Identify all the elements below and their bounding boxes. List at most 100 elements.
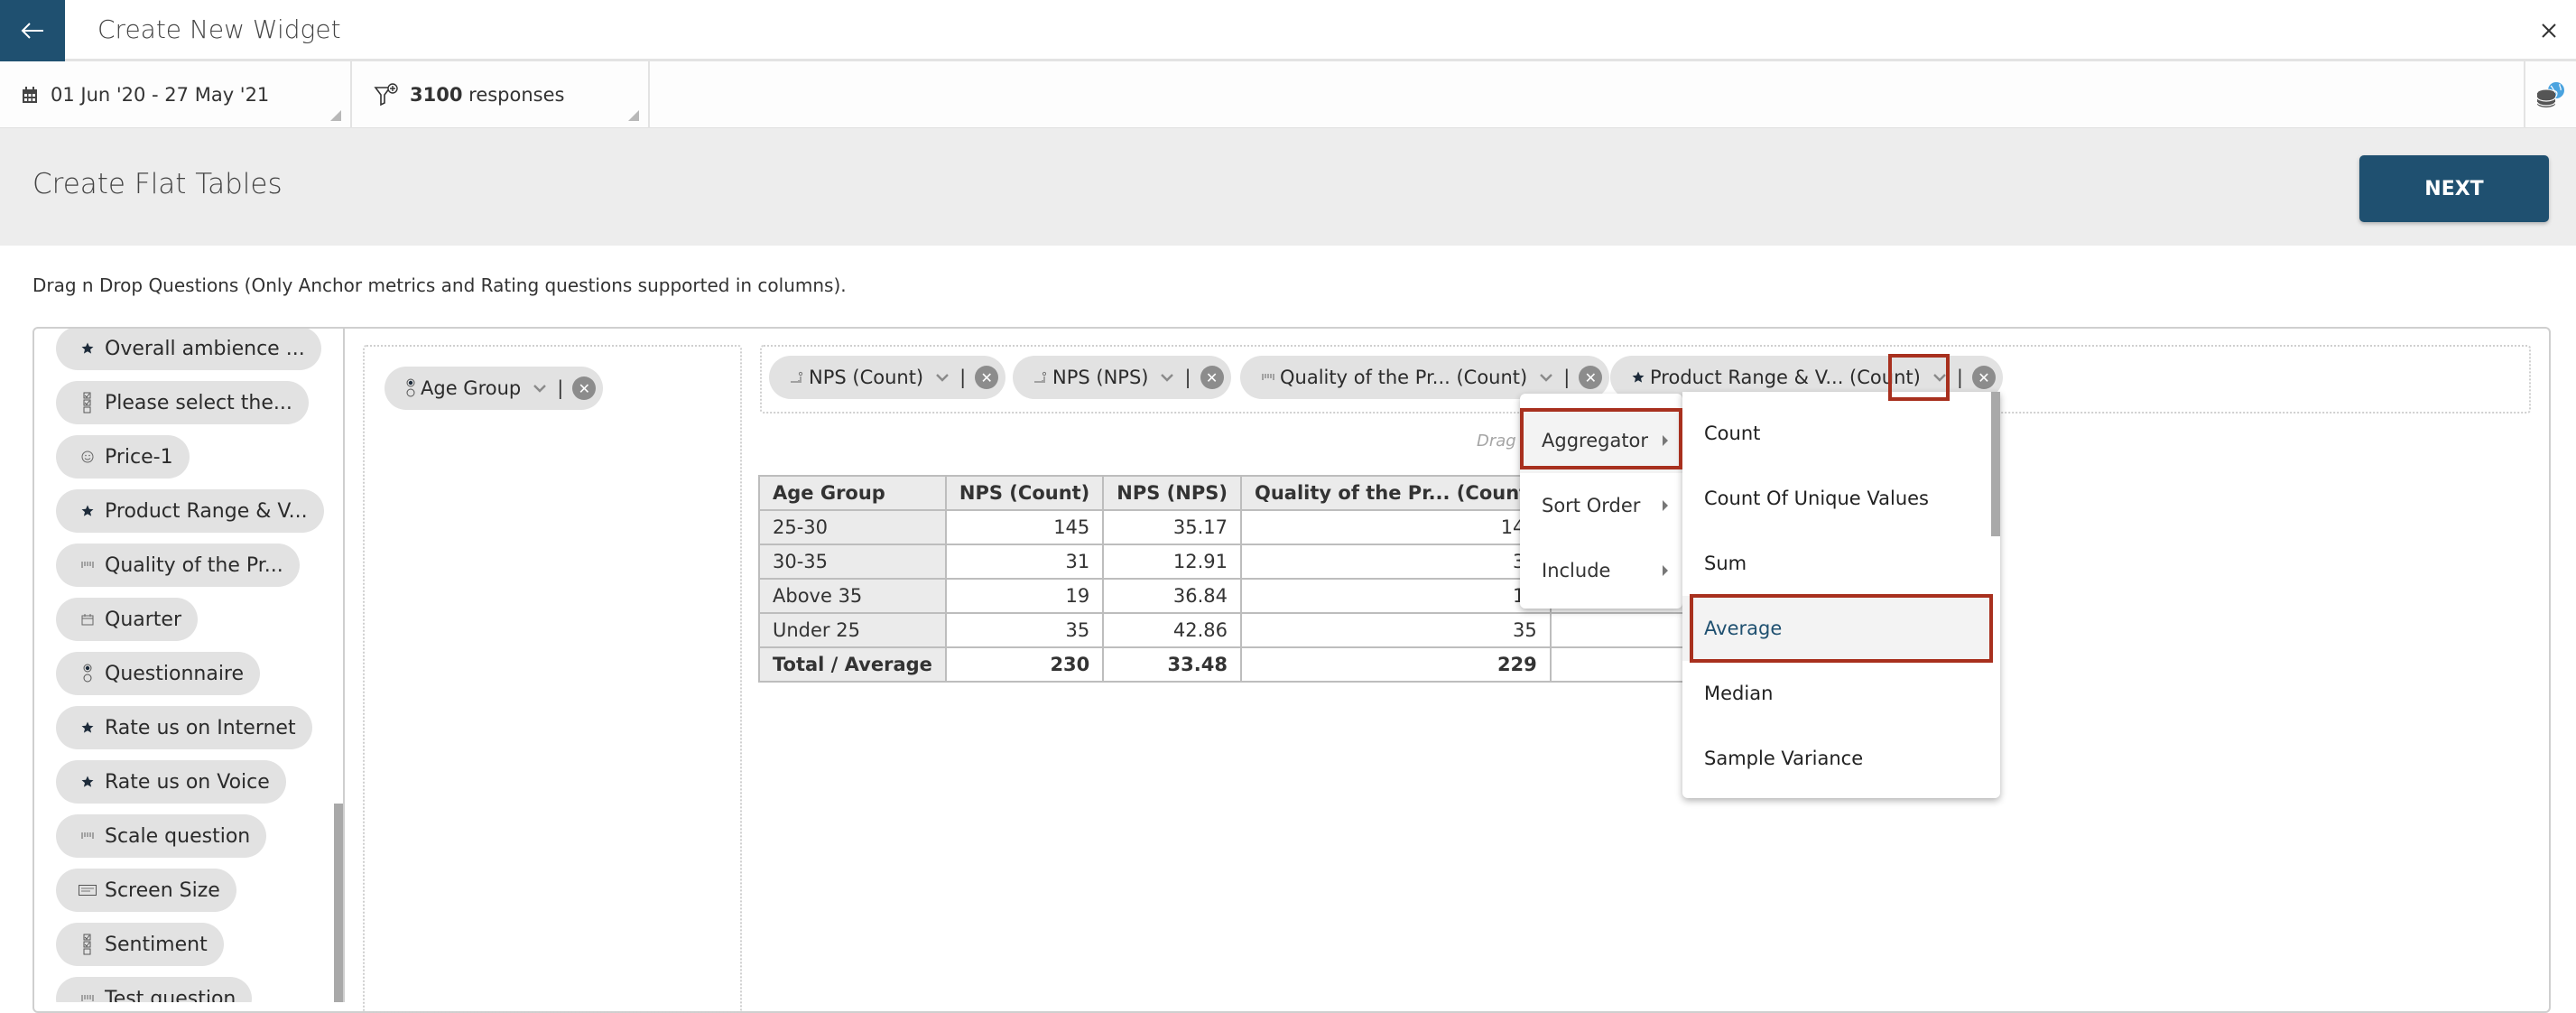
chevron-down-icon[interactable]	[1932, 373, 1946, 382]
cell-value: 230	[944, 646, 1105, 683]
radio-icon	[78, 664, 97, 683]
back-button[interactable]	[0, 0, 65, 61]
question-pill[interactable]: Overall ambience ...	[56, 329, 321, 370]
cell-value: 19	[944, 578, 1105, 614]
question-label: Quarter	[105, 608, 181, 631]
chevron-down-icon[interactable]	[1161, 373, 1174, 382]
row-label: Above 35	[758, 578, 947, 614]
nps-icon	[791, 371, 803, 384]
question-label: Sentiment	[105, 933, 208, 956]
question-label: Questionnaire	[105, 662, 245, 685]
question-label: Scale question	[105, 824, 251, 848]
checklist-icon	[78, 392, 97, 414]
chevron-down-icon[interactable]	[936, 373, 949, 382]
cell-value: 36.84	[1102, 578, 1242, 614]
row-label: 25-30	[758, 509, 947, 545]
checklist-icon	[78, 934, 97, 955]
question-pill[interactable]: Sentiment	[56, 923, 224, 966]
field-chip[interactable]: NPS (NPS) | ✕	[1013, 356, 1231, 399]
question-pill[interactable]: Screen Size	[56, 869, 236, 912]
menu-item-label: Aggregator	[1542, 430, 1649, 451]
question-label: Please select the...	[105, 391, 292, 414]
column-options-menu: Aggregator Sort Order Include	[1520, 394, 1682, 609]
remove-chip-icon[interactable]: ✕	[1971, 366, 1996, 389]
page-title: Create Flat Tables	[32, 168, 283, 200]
table-row: Under 25 35 42.86 35	[758, 612, 1768, 648]
row-label: Total / Average	[758, 646, 947, 683]
question-pill[interactable]: Scale question	[56, 814, 267, 858]
question-pill[interactable]: Price-1	[56, 435, 190, 479]
aggregator-option[interactable]: Sample Variance	[1682, 726, 1989, 791]
cell-value: 35	[1239, 612, 1552, 648]
question-pill[interactable]: Rate us on Voice	[56, 760, 286, 804]
title-bar	[0, 0, 2576, 61]
filter-bar: 01 Jun '20 - 27 May '21 3100 responses	[0, 61, 2576, 128]
field-chip[interactable]: NPS (Count) | ✕	[769, 356, 1006, 399]
question-label: Screen Size	[105, 878, 220, 902]
field-chip[interactable]: Age Group | ✕	[385, 367, 604, 410]
menu-item-sort-order[interactable]: Sort Order	[1520, 473, 1682, 538]
close-button[interactable]	[2533, 14, 2565, 47]
column-header: Age Group	[758, 475, 947, 511]
question-pill[interactable]: Quality of the Pr...	[56, 544, 300, 587]
chevron-down-icon[interactable]	[533, 384, 547, 393]
chip-separator: |	[1956, 367, 1963, 388]
chip-separator: |	[1563, 367, 1571, 388]
radio-icon	[406, 378, 415, 398]
question-pill[interactable]: Please select the...	[56, 381, 309, 424]
question-label: Quality of the Pr...	[105, 553, 283, 577]
responses-label: responses	[468, 84, 565, 106]
rows-drop-zone[interactable]: Age Group | ✕	[363, 345, 742, 1013]
question-pill[interactable]: Test question	[56, 977, 253, 1002]
calendar-icon	[78, 613, 97, 626]
chevron-down-icon[interactable]	[1540, 373, 1553, 382]
question-pill[interactable]: Questionnaire	[56, 652, 261, 695]
aggregator-option[interactable]: Count	[1682, 401, 1989, 466]
caret-right-icon	[1663, 565, 1668, 576]
cell-value: 35	[944, 612, 1105, 648]
date-range-selector[interactable]: 01 Jun '20 - 27 May '21	[0, 61, 352, 128]
aggregator-submenu-scrollbar[interactable]	[1991, 392, 2000, 536]
menu-item-label: Sort Order	[1542, 495, 1641, 516]
star-icon	[78, 342, 97, 355]
calendar-icon	[23, 87, 37, 103]
star-icon	[78, 776, 97, 788]
menu-item-aggregator[interactable]: Aggregator	[1520, 408, 1682, 473]
question-list-scrollbar[interactable]	[334, 804, 343, 1002]
cell-value: 145	[944, 509, 1105, 545]
field-chip[interactable]: Quality of the Pr... (Count) | ✕	[1240, 356, 1610, 399]
star-icon	[78, 505, 97, 517]
scale-icon	[1262, 373, 1274, 382]
remove-chip-icon[interactable]: ✕	[1200, 366, 1224, 389]
cell-value: 31	[944, 544, 1105, 580]
aggregator-option[interactable]: Average	[1682, 596, 1989, 661]
aggregator-option[interactable]: Count Of Unique Values	[1682, 466, 1989, 531]
chip-separator: |	[959, 367, 967, 388]
aggregator-option[interactable]: Sum	[1682, 531, 1989, 596]
column-header: NPS (Count)	[944, 475, 1105, 511]
aggregator-option[interactable]: Median	[1682, 661, 1989, 726]
question-pill[interactable]: Quarter	[56, 598, 198, 641]
aggregator-submenu: Count Count Of Unique Values Sum Average Med…	[1682, 392, 2000, 798]
next-button[interactable]: NEXT	[2359, 155, 2549, 222]
cell-value: 12.91	[1102, 544, 1242, 580]
dropdown-corner-icon	[330, 110, 341, 121]
dropdown-corner-icon	[628, 110, 639, 121]
chip-label: Quality of the Pr... (Count)	[1280, 367, 1528, 388]
section-header	[0, 128, 2576, 246]
remove-chip-icon[interactable]: ✕	[975, 366, 999, 389]
question-label: Product Range & V...	[105, 499, 308, 523]
question-pill[interactable]: Rate us on Internet	[56, 706, 312, 749]
question-pill[interactable]: Product Range & V...	[56, 489, 324, 533]
responses-filter[interactable]: 3100 responses	[352, 61, 650, 128]
nps-icon	[1034, 371, 1047, 384]
window-title: Create New Widget	[97, 14, 341, 44]
close-icon	[2542, 23, 2556, 38]
remove-chip-icon[interactable]: ✕	[572, 376, 597, 400]
cell-value: 19	[1239, 578, 1552, 614]
menu-item-include[interactable]: Include	[1520, 538, 1682, 603]
data-source-button[interactable]	[2524, 61, 2576, 128]
question-label: Overall ambience ...	[105, 337, 305, 360]
remove-chip-icon[interactable]: ✕	[1579, 366, 1603, 389]
question-list[interactable]: Overall ambience ... Please select the...…	[34, 329, 345, 1002]
